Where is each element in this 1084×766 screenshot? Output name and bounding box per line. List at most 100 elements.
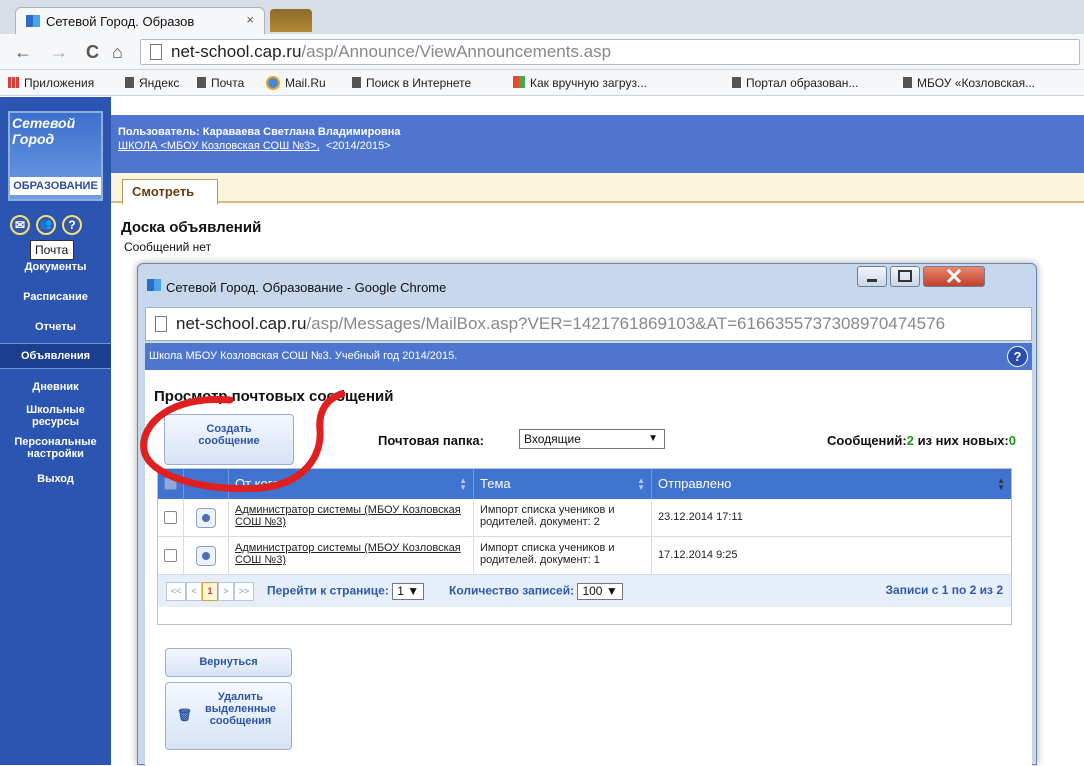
count-total: 2 bbox=[906, 433, 914, 448]
last-page-button[interactable]: >> bbox=[234, 582, 254, 601]
goto-value: 1 bbox=[397, 584, 404, 598]
sender-link[interactable]: Администратор системы (МБОУ Козловская С… bbox=[235, 504, 461, 528]
browser-tab[interactable]: Сетевой Город. Образов × bbox=[15, 7, 265, 34]
message-icon[interactable] bbox=[196, 508, 216, 528]
minimize-icon bbox=[867, 279, 877, 282]
trash-icon: 🗑 bbox=[177, 708, 193, 722]
row-from-cell: Администратор системы (МБОУ Козловская С… bbox=[229, 499, 474, 537]
forward-arrow-icon[interactable]: → bbox=[50, 42, 68, 63]
page-icon bbox=[197, 77, 206, 88]
sidebar-item-school-resources[interactable]: Школьные ресурсы bbox=[5, 404, 106, 428]
back-arrow-icon[interactable]: ← bbox=[14, 42, 32, 63]
delete-selected-button[interactable]: 🗑 Удалить выделенные сообщения bbox=[165, 682, 292, 750]
browser-toolbar: ← → C ⌂ net-school.cap.ru/asp/Announce/V… bbox=[0, 34, 1084, 70]
row-subject: Импорт списка учеников и родителей. доку… bbox=[474, 499, 652, 537]
prev-page-button[interactable]: < bbox=[186, 582, 202, 601]
bookmark-portal[interactable]: Портал образован... bbox=[732, 76, 858, 90]
bookmark-yandex[interactable]: Яндекс bbox=[125, 76, 179, 90]
reload-icon[interactable]: C bbox=[86, 42, 99, 63]
message-icon[interactable] bbox=[196, 546, 216, 566]
page-icon bbox=[903, 77, 912, 88]
empty-message: Сообщений нет bbox=[124, 240, 212, 254]
tab-view[interactable]: Смотреть bbox=[122, 179, 218, 205]
bookmark-label: Mail.Ru bbox=[285, 76, 326, 90]
close-window-button[interactable] bbox=[923, 266, 985, 287]
annotation-circle bbox=[140, 390, 346, 493]
current-page-button[interactable]: 1 bbox=[202, 582, 218, 601]
site-favicon-icon bbox=[26, 15, 40, 27]
bookmark-pochta[interactable]: Почта bbox=[197, 76, 244, 90]
url-host: net-school.cap.ru bbox=[171, 42, 302, 61]
row-checkbox[interactable] bbox=[164, 511, 177, 524]
sidebar-item-personal-settings[interactable]: Персональные настройки bbox=[1, 436, 110, 460]
first-page-button[interactable]: << bbox=[166, 582, 186, 601]
row-select-cell bbox=[158, 537, 184, 575]
next-page-button[interactable]: > bbox=[218, 582, 234, 601]
bookmark-mailru[interactable]: Mail.Ru bbox=[266, 76, 326, 90]
mail-icon[interactable]: ✉ bbox=[10, 215, 30, 235]
row-subject: Импорт списка учеников и родителей. доку… bbox=[474, 537, 652, 575]
sort-icon[interactable]: ▲ ▼ bbox=[459, 477, 467, 492]
maximize-button[interactable] bbox=[890, 266, 920, 287]
bookmark-mbou[interactable]: МБОУ «Козловская... bbox=[903, 76, 1035, 90]
new-tab-button[interactable] bbox=[270, 9, 312, 32]
bookmark-search[interactable]: Поиск в Интернете bbox=[352, 76, 471, 90]
bookmark-label: Поиск в Интернете bbox=[366, 76, 472, 90]
goto-page-select[interactable]: 1 ▼ bbox=[392, 583, 425, 600]
close-tab-icon[interactable]: × bbox=[246, 12, 254, 27]
user-bar: Пользователь: Караваева Светлана Владими… bbox=[111, 115, 1084, 173]
per-page-label: Количество записей: 100 ▼ bbox=[449, 583, 623, 600]
per-page-select[interactable]: 100 ▼ bbox=[577, 583, 623, 600]
column-label: Отправлено bbox=[658, 476, 732, 491]
bookmark-label: Почта bbox=[211, 76, 245, 90]
site-favicon-icon bbox=[147, 279, 161, 291]
sidebar-item-logout[interactable]: Выход bbox=[0, 473, 111, 485]
row-sent: 17.12.2014 9:25 bbox=[658, 549, 738, 561]
help-icon[interactable]: ? bbox=[62, 215, 82, 235]
apps-icon bbox=[8, 77, 19, 88]
sort-icon[interactable]: ▲ ▼ bbox=[637, 477, 645, 492]
maximize-icon bbox=[898, 270, 912, 282]
back-button[interactable]: Вернуться bbox=[165, 648, 292, 677]
delete-button-label: Удалить выделенные сообщения bbox=[204, 691, 277, 727]
tab-title: Сетевой Город. Образов bbox=[46, 14, 195, 29]
close-icon bbox=[946, 268, 962, 284]
sub-tab-bar: Смотреть bbox=[111, 173, 1084, 205]
row-checkbox[interactable] bbox=[164, 549, 177, 562]
school-link[interactable]: ШКОЛА <МБОУ Козловская СОШ №3>, bbox=[118, 140, 320, 152]
page-title: Доска объявлений bbox=[121, 219, 262, 236]
url-path: /asp/Announce/ViewAnnouncements.asp bbox=[301, 42, 612, 61]
people-icon[interactable]: 👥 bbox=[36, 215, 56, 235]
home-icon[interactable]: ⌂ bbox=[112, 42, 123, 63]
sort-icon[interactable]: ▲ ▼ bbox=[997, 477, 1005, 492]
site-logo[interactable]: Сетевой Город ОБРАЗОВАНИЕ bbox=[8, 111, 103, 201]
logo-text: Город bbox=[12, 131, 55, 147]
row-select-cell bbox=[158, 499, 184, 537]
bookmark-manual[interactable]: Как вручную загруз... bbox=[513, 76, 647, 90]
per-page-value: 100 bbox=[582, 584, 603, 598]
folder-select[interactable]: Входящие ▼ bbox=[519, 429, 665, 449]
page-icon bbox=[155, 316, 167, 332]
column-header-sent[interactable]: Отправлено ▲ ▼ bbox=[652, 469, 1011, 499]
count-new: 0 bbox=[1008, 433, 1016, 448]
row-sent: 23.12.2014 17:11 bbox=[658, 511, 743, 523]
address-bar[interactable]: net-school.cap.ru/asp/Announce/ViewAnnou… bbox=[140, 39, 1080, 65]
school-info: ШКОЛА <МБОУ Козловская СОШ №3>, <2014/20… bbox=[118, 140, 391, 152]
sidebar-item-announcements[interactable]: Объявления bbox=[0, 343, 111, 369]
sidebar-item-documents[interactable]: Документы bbox=[0, 261, 111, 273]
sender-link[interactable]: Администратор системы (МБОУ Козловская С… bbox=[235, 542, 461, 566]
sidebar-item-schedule[interactable]: Расписание bbox=[0, 291, 111, 303]
sidebar-item-diary[interactable]: Дневник bbox=[0, 381, 111, 393]
sidebar-item-reports[interactable]: Отчеты bbox=[0, 321, 111, 333]
help-icon[interactable]: ? bbox=[1007, 346, 1028, 367]
goto-page-label: Перейти к странице: 1 ▼ bbox=[267, 583, 425, 600]
school-year-header: Школа МБОУ Козловская СОШ №3. Учебный го… bbox=[149, 350, 458, 362]
minimize-button[interactable] bbox=[857, 266, 887, 287]
table-row[interactable]: Администратор системы (МБОУ Козловская С… bbox=[158, 499, 1011, 537]
column-header-subject[interactable]: Тема ▲ ▼ bbox=[474, 469, 652, 499]
per-page-text: Количество записей: bbox=[449, 583, 575, 598]
table-row[interactable]: Администратор системы (МБОУ Козловская С… bbox=[158, 537, 1011, 575]
bookmark-apps[interactable]: Приложения bbox=[8, 76, 94, 90]
popup-address-bar[interactable]: net-school.cap.ru/asp/Messages/MailBox.a… bbox=[145, 307, 1032, 341]
logo-text: Сетевой bbox=[12, 115, 76, 131]
